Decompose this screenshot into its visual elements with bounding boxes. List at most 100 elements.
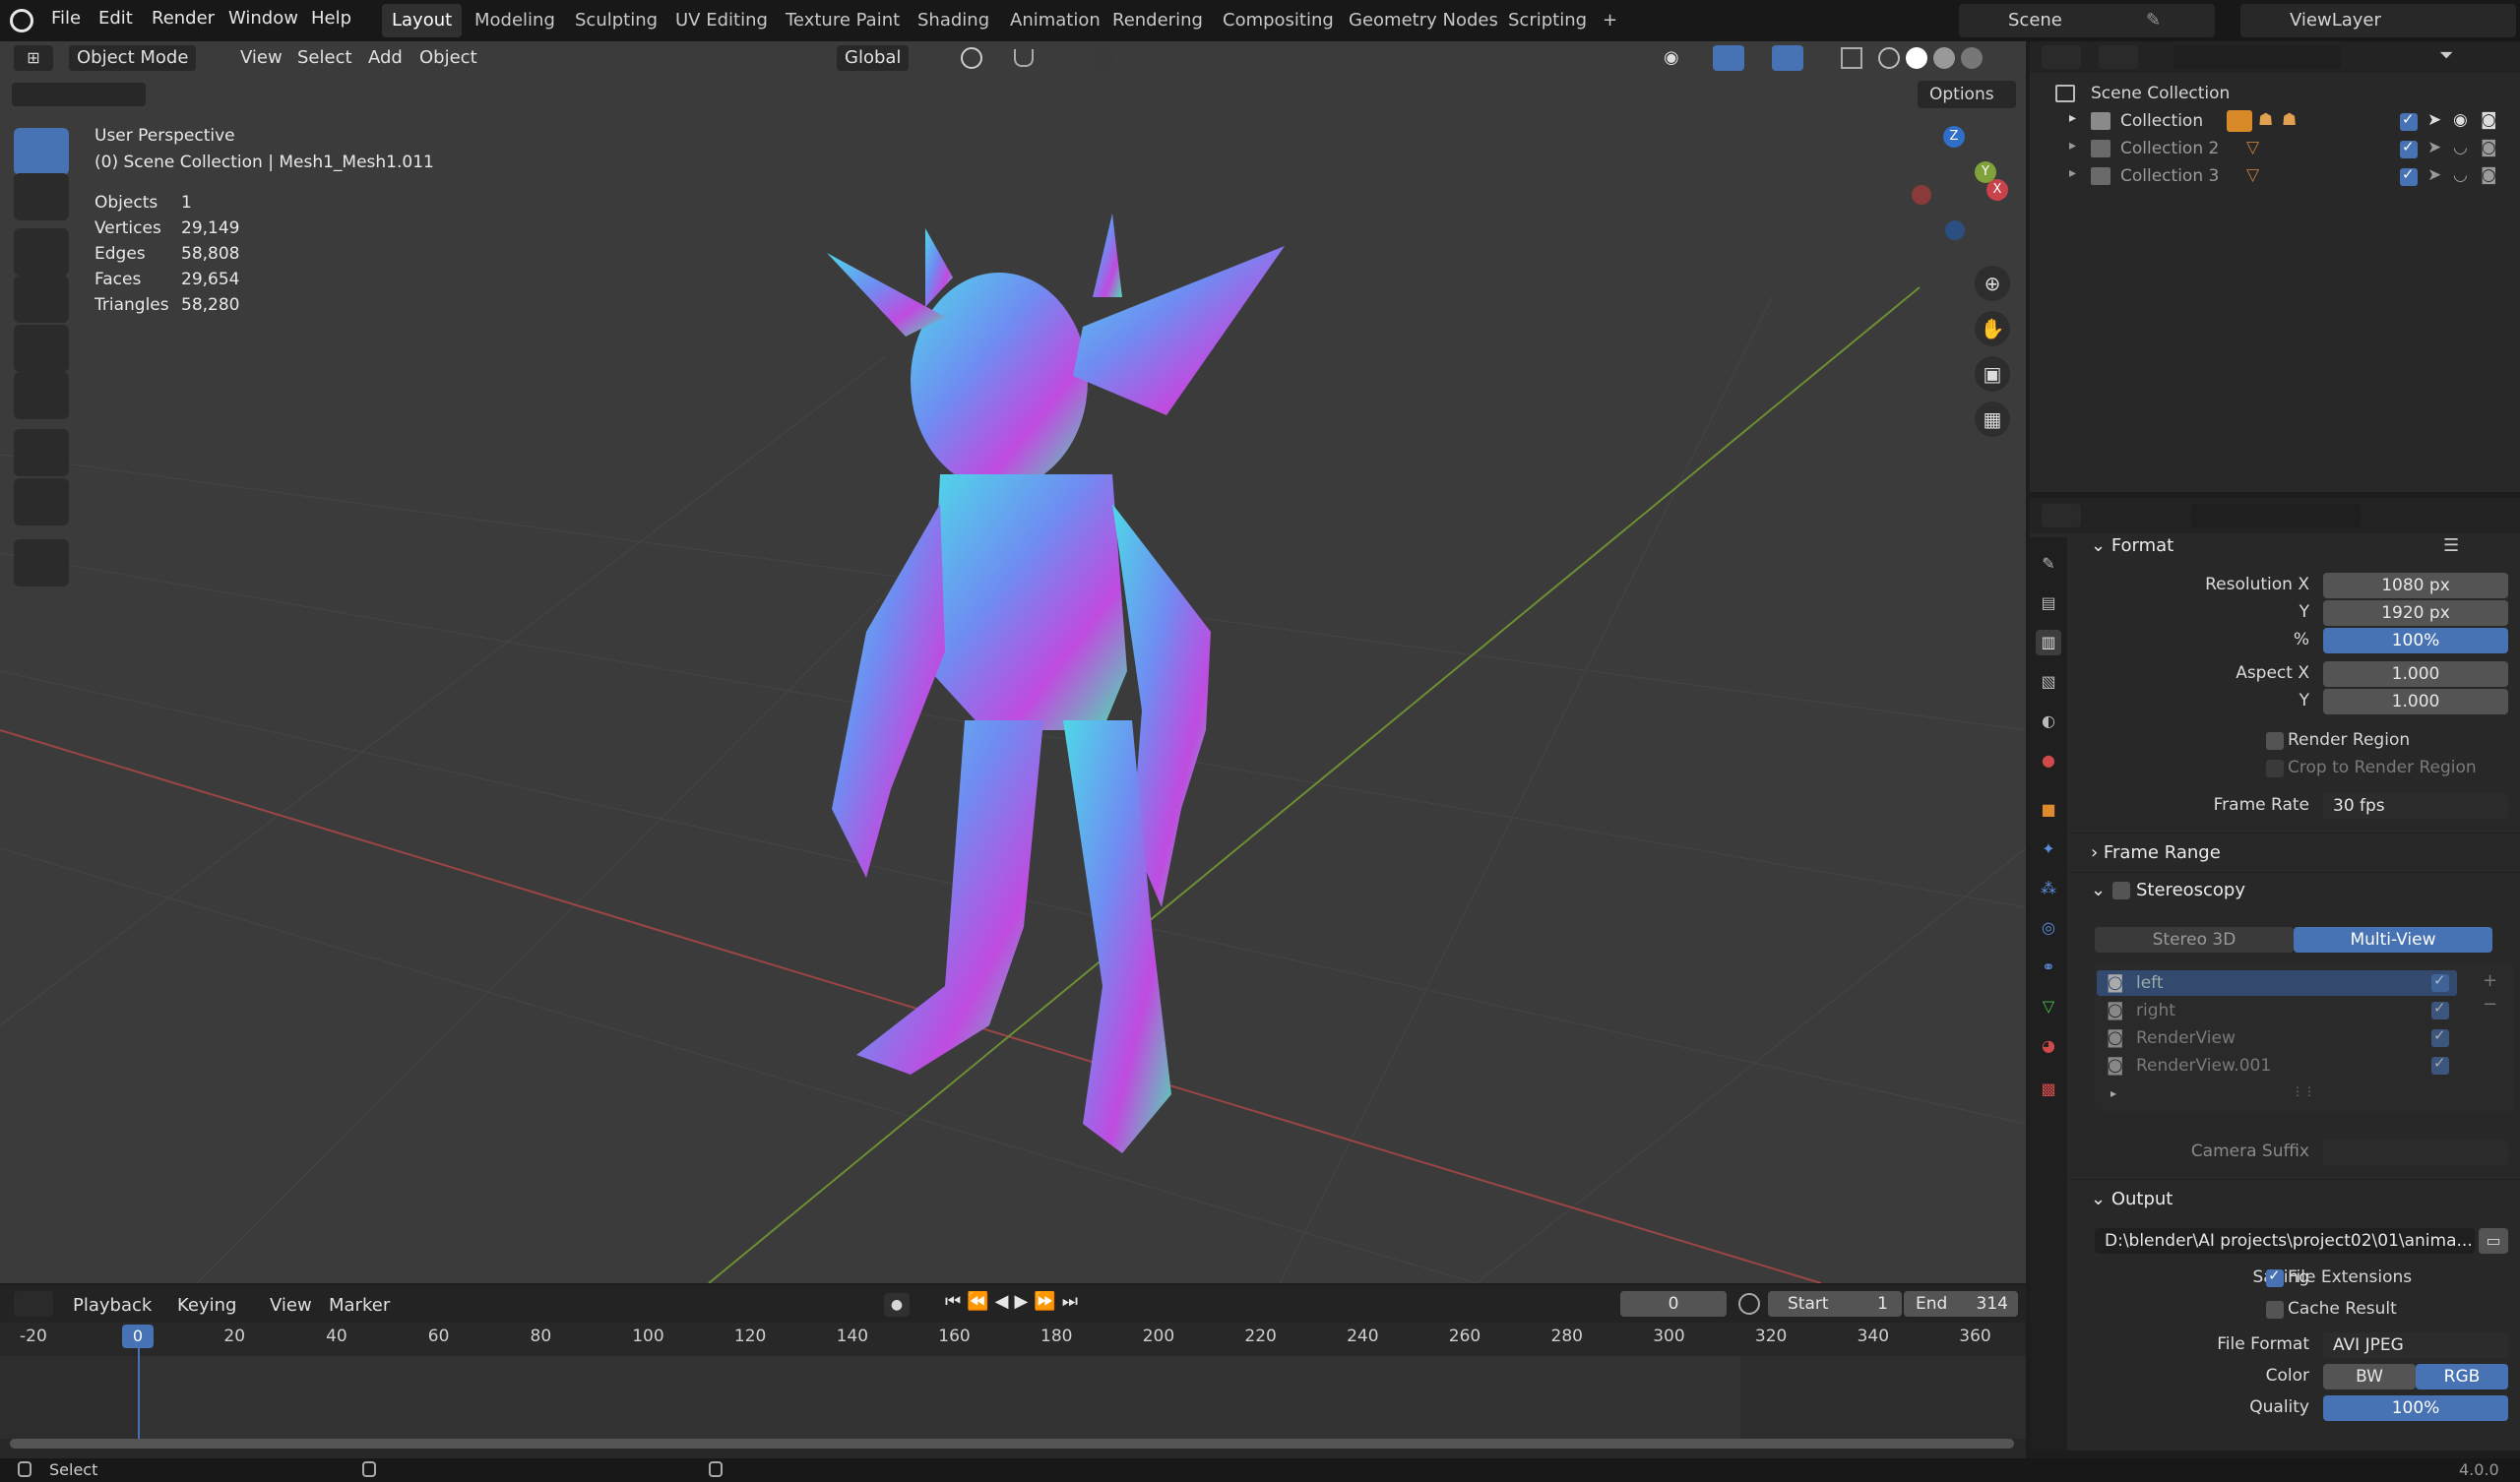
constraints-tab-icon[interactable]: ⚭	[2036, 955, 2061, 980]
view-row-left[interactable]: ◙ left	[2097, 970, 2457, 996]
current-frame-field[interactable]: 0	[1620, 1291, 1727, 1317]
cache-result-checkbox[interactable]	[2266, 1301, 2284, 1319]
quality-slider[interactable]: 100%	[2323, 1395, 2508, 1421]
move-tool-icon[interactable]	[14, 228, 69, 276]
render-region-checkbox[interactable]	[2266, 732, 2284, 750]
expand-arrow-icon[interactable]: ▸	[2110, 1086, 2116, 1100]
tab-scripting[interactable]: Scripting	[1498, 4, 1597, 37]
menu-file[interactable]: File	[51, 8, 81, 29]
view-checkbox[interactable]	[2431, 1054, 2449, 1075]
aspect-x-field[interactable]: 1.000	[2323, 661, 2508, 687]
resize-handle-icon[interactable]: ⋮⋮	[2292, 1084, 2315, 1098]
texture-tab-icon[interactable]: ▩	[2036, 1077, 2061, 1102]
end-frame-field[interactable]: End 314	[1904, 1291, 2018, 1317]
filter-icon[interactable]: ⏷	[2439, 45, 2479, 69]
playback-controls[interactable]: ⏮⏪◀▶⏩⏭	[945, 1291, 1112, 1317]
timeline-scrollbar[interactable]	[10, 1439, 2014, 1449]
stereo-3d-button[interactable]: Stereo 3D	[2095, 927, 2294, 953]
viewport-menu-view[interactable]: View	[240, 45, 283, 71]
start-frame-field[interactable]: Start 1	[1768, 1291, 1902, 1317]
output-tab-icon[interactable]: ▥	[2036, 630, 2061, 655]
exclude-checkbox[interactable]	[2400, 165, 2418, 186]
timeline-menu-playback[interactable]: Playback	[73, 1293, 152, 1319]
outliner-row-collection-2[interactable]: ▸ Collection 2 ▽ ➤ ◡ ◙	[2030, 136, 2520, 163]
timeline-menu-marker[interactable]: Marker	[329, 1293, 390, 1319]
object-mode-dropdown[interactable]: Object Mode	[69, 45, 197, 71]
output-section-title[interactable]: ⌄ Output	[2091, 1189, 2173, 1209]
resolution-y-field[interactable]: 1920 px	[2323, 600, 2508, 626]
folder-icon[interactable]: ▭	[2479, 1228, 2508, 1254]
stereoscopy-checkbox[interactable]	[2112, 882, 2130, 899]
pin-icon[interactable]: ✎	[2146, 10, 2161, 31]
material-tab-icon[interactable]: ◕	[2036, 1033, 2061, 1059]
file-extensions-checkbox[interactable]	[2266, 1266, 2284, 1287]
aspect-y-field[interactable]: 1.000	[2323, 689, 2508, 714]
pan-hand-icon[interactable]: ✋	[1975, 311, 2010, 346]
record-icon[interactable]: ●	[884, 1293, 910, 1317]
select-arrow-icon[interactable]: ➤	[2427, 110, 2441, 130]
eye-icon[interactable]: ◉	[2453, 110, 2468, 130]
proportional-editing-icon[interactable]	[1093, 47, 1114, 69]
resolution-pct-field[interactable]: 100%	[2323, 628, 2508, 653]
mesh-icon[interactable]	[2227, 110, 2252, 132]
blender-logo-icon[interactable]	[10, 9, 33, 32]
view-checkbox[interactable]	[2431, 971, 2449, 992]
color-bw-button[interactable]: BW	[2323, 1364, 2416, 1389]
view-row-right[interactable]: ◙ right	[2097, 998, 2457, 1023]
xray-icon[interactable]	[1841, 47, 1862, 69]
tab-texture-paint[interactable]: Texture Paint	[776, 4, 910, 37]
annotate-tool-icon[interactable]	[14, 429, 69, 476]
particles-tab-icon[interactable]: ⁂	[2036, 876, 2061, 901]
output-path-input[interactable]: D:\blender\AI projects\project02\01\anim…	[2095, 1228, 2475, 1254]
mesh-icon[interactable]: ▽	[2246, 138, 2259, 157]
resolution-x-field[interactable]: 1080 px	[2323, 573, 2508, 598]
navigation-gizmo[interactable]: Z Y X	[1892, 126, 2010, 244]
transform-orientation-dropdown[interactable]: Global	[837, 45, 910, 71]
armature-icon[interactable]: ☗	[2282, 110, 2297, 130]
outliner-row-collection[interactable]: ▸ Collection ☗ ☗ ➤ ◉ ◙	[2030, 108, 2520, 136]
menu-edit[interactable]: Edit	[98, 8, 133, 29]
viewport-menu-object[interactable]: Object	[419, 45, 477, 71]
shading-solid-icon[interactable]	[1906, 47, 1927, 69]
tab-compositing[interactable]: Compositing	[1213, 4, 1344, 37]
select-arrow-icon[interactable]: ➤	[2427, 138, 2441, 157]
shading-wireframe-icon[interactable]	[1878, 47, 1900, 69]
file-format-dropdown[interactable]: AVI JPEG	[2323, 1332, 2508, 1358]
color-rgb-button[interactable]: RGB	[2416, 1364, 2508, 1389]
view-checkbox[interactable]	[2431, 1026, 2449, 1047]
properties-search-input[interactable]	[2191, 504, 2361, 527]
scale-tool-icon[interactable]	[14, 325, 69, 372]
add-view-icon[interactable]: +	[2483, 970, 2497, 991]
options-dropdown[interactable]: Options	[1918, 81, 2016, 108]
tab-layout[interactable]: Layout	[382, 4, 463, 37]
perspective-grid-icon[interactable]: ▦	[1975, 401, 2010, 437]
zoom-icon[interactable]: ⊕	[1975, 266, 2010, 301]
view-row-renderview[interactable]: ◙ RenderView	[2097, 1025, 2457, 1051]
exclude-checkbox[interactable]	[2400, 110, 2418, 131]
stereoscopy-section-title[interactable]: ⌄	[2091, 880, 2106, 900]
mesh-icon[interactable]: ▽	[2246, 165, 2259, 185]
gizmo-neg-z[interactable]	[1945, 220, 1965, 240]
gizmo-neg-x[interactable]	[1912, 185, 1931, 205]
measure-tool-icon[interactable]	[14, 478, 69, 525]
outliner-editor-icon[interactable]	[2042, 45, 2081, 69]
snap-icon[interactable]	[1014, 49, 1034, 67]
pivot-icon[interactable]	[961, 47, 982, 69]
goblin-mesh[interactable]	[827, 214, 1285, 1153]
view-row-renderview-001[interactable]: ◙ RenderView.001	[2097, 1053, 2457, 1079]
format-section-title[interactable]: ⌄ Format	[2091, 535, 2174, 556]
timeline-menu-view[interactable]: View	[270, 1293, 312, 1319]
transform-tool-icon[interactable]	[14, 372, 69, 419]
visibility-icon[interactable]: ◉	[1664, 47, 1687, 68]
frame-range-section-title[interactable]: › Frame Range	[2091, 842, 2221, 863]
menu-window[interactable]: Window	[228, 8, 298, 29]
tab-sculpting[interactable]: Sculpting	[565, 4, 667, 37]
playhead[interactable]: 0	[122, 1325, 154, 1348]
list-icon[interactable]: ☰	[2443, 535, 2459, 556]
tab-uv-editing[interactable]: UV Editing	[665, 4, 778, 37]
frame-rate-dropdown[interactable]: 30 fps	[2323, 793, 2508, 819]
tab-animation[interactable]: Animation	[1000, 4, 1110, 37]
scene-tab-icon[interactable]: ◐	[2036, 709, 2061, 734]
menu-render[interactable]: Render	[152, 8, 215, 29]
multi-view-button[interactable]: Multi-View	[2294, 927, 2492, 953]
